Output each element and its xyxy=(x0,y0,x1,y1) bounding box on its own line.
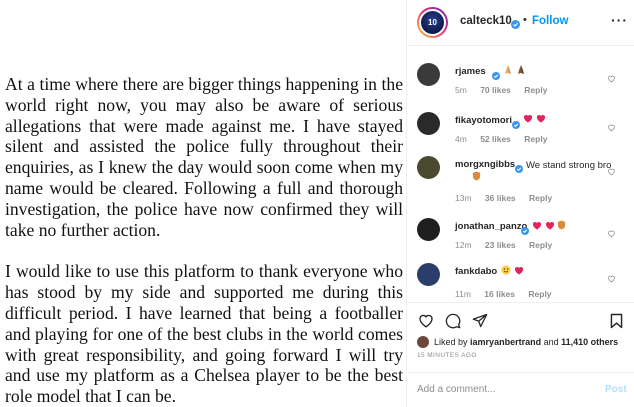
verified-badge-icon xyxy=(511,16,520,34)
heart-outline-icon[interactable] xyxy=(607,270,616,288)
comment-meta: 5m 70 likes Reply xyxy=(455,85,558,95)
comment-username[interactable]: morgxngibbs xyxy=(455,159,515,170)
heart-outline-icon[interactable] xyxy=(607,119,616,137)
author-avatar-image: 10 xyxy=(419,9,446,36)
comment-age: 13m xyxy=(455,193,472,203)
verified-badge-icon xyxy=(492,67,500,85)
comment-meta: 4m 52 likes Reply xyxy=(455,134,558,144)
author-avatar[interactable]: 10 xyxy=(417,7,448,38)
comment-avatar[interactable] xyxy=(417,218,440,241)
heart-outline-icon[interactable] xyxy=(607,225,616,243)
comment-meta: 11m 16 likes Reply xyxy=(455,289,563,299)
comment-item: fikayotomori 4m 52 likes Reply xyxy=(408,112,634,162)
comment-reply-button[interactable]: Reply xyxy=(529,240,552,250)
comment-likes[interactable]: 52 likes xyxy=(480,134,511,144)
shield-emoji-icon xyxy=(557,220,566,234)
red-heart-emoji-icon xyxy=(536,114,546,127)
share-icon[interactable] xyxy=(472,313,488,333)
header-separator: • xyxy=(523,14,527,26)
comment-item: morgxngibbs We stand strong bro 13m 36 l… xyxy=(408,156,634,206)
red-heart-emoji-icon xyxy=(523,114,533,127)
comment-icon[interactable] xyxy=(445,313,461,334)
comment-username[interactable]: fankdabo xyxy=(455,266,497,277)
comment-reply-button[interactable]: Reply xyxy=(524,134,547,144)
comment-text-emoji xyxy=(472,171,481,185)
more-options-icon[interactable]: ··· xyxy=(611,12,628,28)
comment-avatar[interactable] xyxy=(417,63,440,86)
post-timestamp[interactable]: 15 minutes ago xyxy=(417,352,477,359)
heart-outline-icon[interactable] xyxy=(607,70,616,88)
verified-badge-icon xyxy=(515,160,523,178)
comment-age: 5m xyxy=(455,85,467,95)
red-heart-emoji-icon xyxy=(514,266,524,279)
comment-avatar[interactable] xyxy=(417,156,440,179)
comment-age: 4m xyxy=(455,134,467,144)
comment-likes[interactable]: 36 likes xyxy=(485,193,516,203)
comment-avatar[interactable] xyxy=(417,263,440,286)
comment-reply-button[interactable]: Reply xyxy=(528,289,551,299)
comment-reply-button[interactable]: Reply xyxy=(529,193,552,203)
comment-text xyxy=(501,265,524,279)
comment-likes[interactable]: 70 likes xyxy=(480,85,511,95)
like-icon[interactable] xyxy=(418,313,434,333)
likes-count-link[interactable]: 11,410 others xyxy=(561,337,618,347)
save-icon[interactable] xyxy=(610,313,623,334)
likes-prefix: Liked by xyxy=(434,337,468,347)
comment-reply-button[interactable]: Reply xyxy=(524,85,547,95)
post-actions xyxy=(408,302,634,336)
liker-avatar[interactable] xyxy=(417,336,429,348)
comment-text: We stand strong bro xyxy=(526,160,612,171)
comment-age: 12m xyxy=(455,240,472,250)
add-comment-bar: Add a comment... Post xyxy=(408,372,634,407)
smiling-face-emoji-icon xyxy=(501,265,511,279)
verified-badge-icon xyxy=(512,116,520,134)
comment-meta: 12m 23 likes Reply xyxy=(455,240,563,250)
post-header: 10 calteck10 • Follow ··· xyxy=(408,0,634,46)
author-username[interactable]: calteck10 xyxy=(460,15,512,27)
likes-user-link[interactable]: iamryanbertrand xyxy=(470,337,541,347)
likes-joiner: and xyxy=(543,337,559,347)
likes-summary: Liked by iamryanbertrand and 11,410 othe… xyxy=(417,336,618,348)
post-paragraph-2: I would like to use this platform to tha… xyxy=(5,261,403,407)
comment-likes[interactable]: 16 likes xyxy=(484,289,515,299)
comment-meta: 13m 36 likes Reply xyxy=(455,193,563,203)
add-comment-input[interactable]: Add a comment... xyxy=(417,384,495,395)
comment-text xyxy=(503,64,526,79)
comment-username[interactable]: fikayotomori xyxy=(455,115,512,126)
shield-emoji-icon xyxy=(472,171,481,185)
comment-likes[interactable]: 23 likes xyxy=(485,240,516,250)
comment-text xyxy=(523,114,546,127)
post-comment-button[interactable]: Post xyxy=(605,384,627,395)
post-image: At a time where there are bigger things … xyxy=(0,0,407,407)
red-heart-emoji-icon xyxy=(532,221,542,234)
folded-hands-emoji-icon xyxy=(516,64,526,79)
red-heart-emoji-icon xyxy=(545,221,555,234)
post-sidebar: 10 calteck10 • Follow ··· rjames 5m 70 l… xyxy=(408,0,634,407)
comment-username[interactable]: jonathan_panzo xyxy=(455,221,527,232)
post-statement: At a time where there are bigger things … xyxy=(5,74,403,407)
comment-item: rjames 5m 70 likes Reply xyxy=(408,63,634,113)
comment-age: 11m xyxy=(455,289,471,299)
comment-username[interactable]: rjames xyxy=(455,66,486,77)
verified-badge-icon xyxy=(521,222,529,240)
comment-avatar[interactable] xyxy=(417,112,440,135)
comment-item: jonathan_panzo 12m 23 likes Reply xyxy=(408,218,634,268)
comment-text xyxy=(532,220,566,234)
heart-outline-icon[interactable] xyxy=(607,163,616,181)
follow-button[interactable]: Follow xyxy=(532,15,568,27)
folded-hands-emoji-icon xyxy=(503,64,513,79)
post-paragraph-1: At a time where there are bigger things … xyxy=(5,74,403,240)
